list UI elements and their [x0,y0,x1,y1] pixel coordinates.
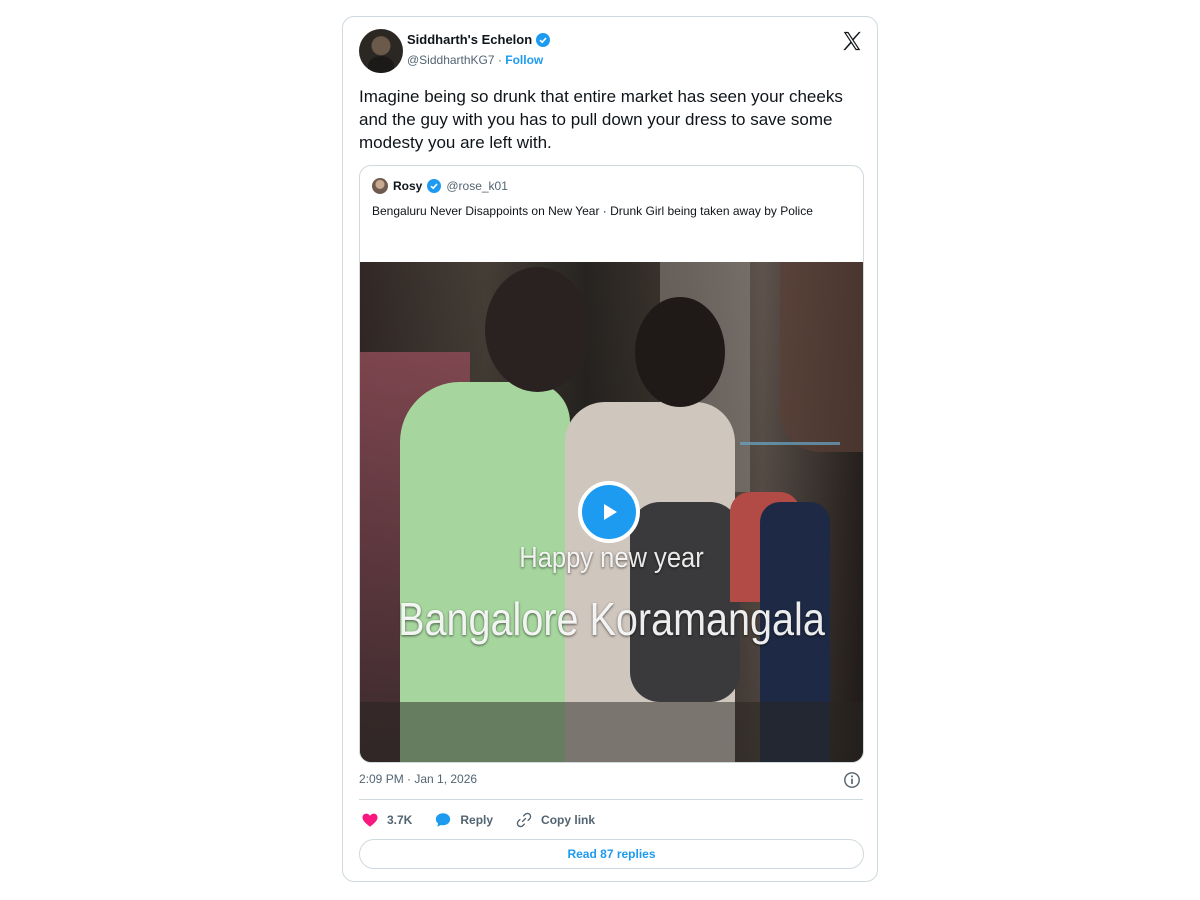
like-count: 3.7K [387,813,413,827]
quoted-avatar[interactable] [372,178,388,194]
reply-label: Reply [460,813,494,827]
verified-badge-icon [427,179,442,193]
heart-icon [362,813,378,827]
tweet-text: Imagine being so drunk that entire marke… [359,87,843,152]
copy-link-label: Copy link [541,813,596,827]
play-button[interactable] [578,481,640,543]
x-logo-icon[interactable] [841,30,863,52]
read-replies-button[interactable]: Read 87 replies [359,839,864,869]
link-icon [516,812,532,828]
reply-button[interactable]: Reply [434,811,493,829]
action-bar: 3.7K Reply Copy link [361,811,617,829]
video-caption-line2: Bangalore Koramangala [398,593,825,645]
author-avatar[interactable] [359,29,403,73]
divider [359,799,863,800]
tweet-card: Siddharth's Echelon @SiddharthKG7 · Foll… [342,16,878,882]
author-name[interactable]: Siddharth's Echelon [407,32,532,47]
reply-bubble-icon [436,813,451,827]
quoted-handle[interactable]: @rose_k01 [446,179,508,193]
separator-dot: · [497,53,502,67]
quoted-text: Bengaluru Never Disappoints on New Year … [372,204,813,218]
like-button[interactable]: 3.7K [361,811,412,829]
person-green-head [485,267,590,392]
read-replies-label: Read 87 replies [567,847,656,861]
background-tree [780,262,863,452]
copy-link-button[interactable]: Copy link [515,811,595,829]
fence [740,442,840,485]
person-backpack-head [635,297,725,407]
author-handle-row: @SiddharthKG7 · Follow [407,53,543,67]
author-handle[interactable]: @SiddharthKG7 [407,53,495,67]
play-icon [604,504,617,520]
author-name-row[interactable]: Siddharth's Echelon [407,32,551,47]
video-caption-line1: Happy new year [519,542,704,574]
quoted-tweet[interactable]: Rosy @rose_k01 Bengaluru Never Disappoin… [359,165,864,763]
tweet-timestamp[interactable]: 2:09 PM · Jan 1, 2026 [359,772,477,786]
quoted-header: Rosy @rose_k01 [372,178,508,194]
ground [360,702,863,762]
quoted-author-name[interactable]: Rosy [393,179,422,193]
video-player[interactable]: Happy new year Bangalore Koramangala [360,262,863,762]
info-icon[interactable] [843,771,861,789]
verified-badge-icon [536,32,551,47]
follow-button[interactable]: Follow [505,53,543,67]
